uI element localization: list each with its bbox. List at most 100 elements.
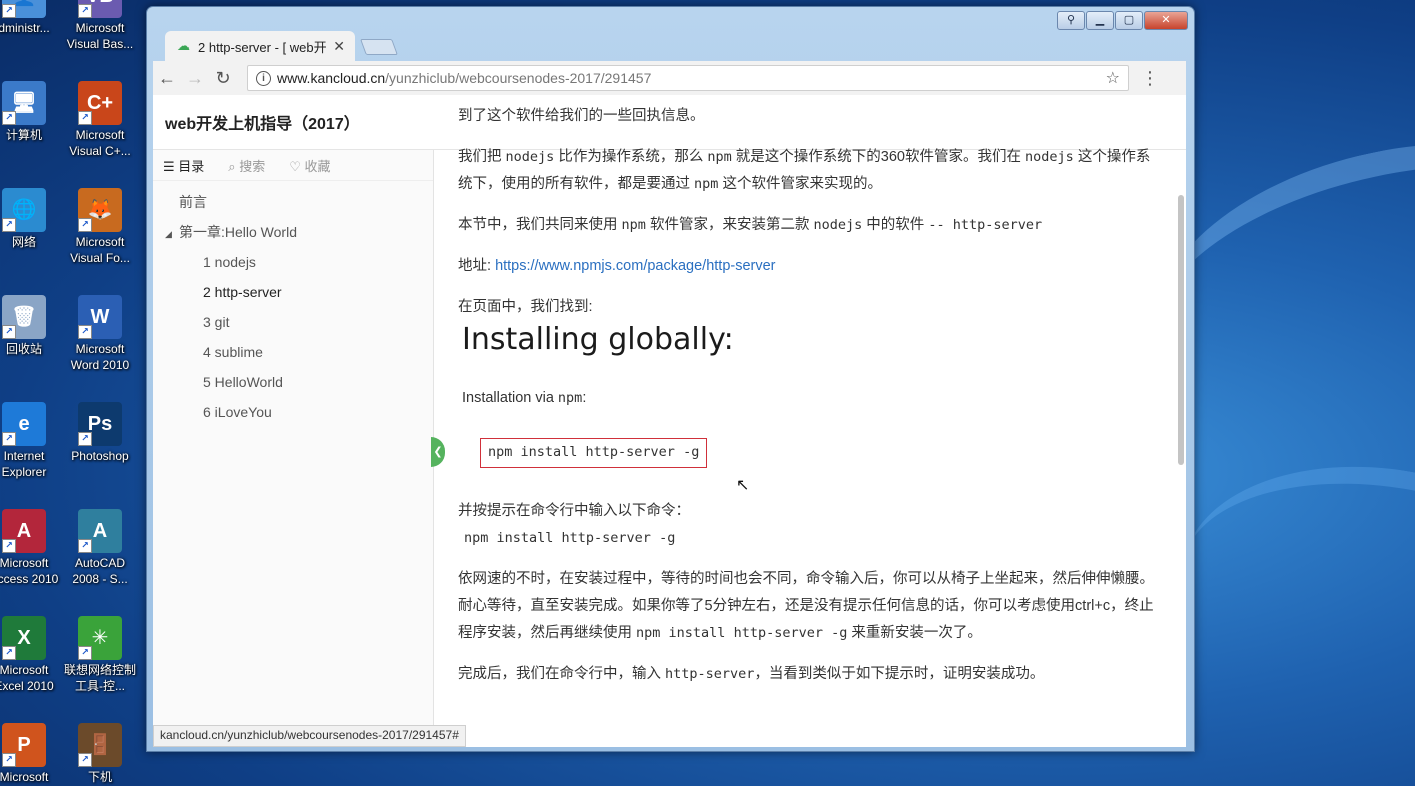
paragraph-found: 在页面中，我们找到:	[458, 299, 593, 315]
desktop-icon[interactable]: X ↗ Microsoft Excel 2010	[0, 616, 62, 694]
paragraph-wait: 依网速的不时，在安装过程中，等待的时间也会不同，命令输入后，你可以从椅子上坐起来…	[458, 571, 1154, 641]
toc-item-preface[interactable]: 前言	[153, 187, 433, 217]
new-tab-button[interactable]	[360, 39, 398, 55]
maximize-button[interactable]: ▢	[1115, 11, 1143, 30]
tab-catalog[interactable]: ☰ 目录	[163, 156, 204, 175]
desktop-icon-label: 计算机	[5, 128, 42, 142]
toc-item-iloveyou[interactable]: 6 iLoveYou	[153, 397, 433, 427]
shortcut-arrow-icon: ↗	[78, 539, 92, 553]
shortcut-arrow-icon: ↗	[78, 646, 92, 660]
article-content: 到了这个软件给我们的一些回执信息。 我们把 nodejs 比作为操作系统，那么 …	[458, 108, 1158, 702]
desktop-icon-label: Microsoft Access 2010	[0, 556, 59, 586]
sidebar-tabs: ☰ 目录 ⌕ 搜索 ♡ 收藏	[153, 150, 433, 181]
user-icon[interactable]: ⚲	[1057, 11, 1085, 30]
wallpaper-swoosh	[1160, 435, 1415, 763]
desktop-icon-label: Microsoft Visual C+...	[69, 128, 131, 158]
shortcut-arrow-icon: ↗	[2, 4, 16, 18]
shortcut-arrow-icon: ↗	[78, 111, 92, 125]
shortcut-arrow-icon: ↗	[78, 4, 92, 18]
toc-item-chapter1[interactable]: ◢ 第一章:Hello World	[153, 217, 433, 247]
desktop-icon-label: 网络	[11, 235, 36, 249]
paragraph-install-intro: 本节中，我们共同来使用 npm 软件管家，来安装第二款 nodejs 中的软件 …	[458, 217, 1043, 233]
install-via-text: Installation via npm:	[462, 390, 587, 406]
shortcut-arrow-icon: ↗	[78, 218, 92, 232]
status-bar-url: kancloud.cn/yunzhiclub/webcoursenodes-20…	[153, 725, 466, 747]
forward-arrow-icon[interactable]: →	[181, 68, 209, 89]
desktop-icon[interactable]: ✳ ↗ 联想网络控制工具-控...	[62, 616, 138, 694]
app-icon: W ↗	[78, 295, 122, 339]
shortcut-arrow-icon: ↗	[2, 325, 16, 339]
desktop-icon[interactable]: 🚪 ↗ 下机	[62, 723, 138, 785]
shortcut-arrow-icon: ↗	[2, 218, 16, 232]
app-icon: P ↗	[2, 723, 46, 767]
desktop-icon-label: dministr...	[0, 21, 50, 35]
toc-item-helloworld[interactable]: 5 HelloWorld	[153, 367, 433, 397]
app-icon: Ps ↗	[78, 402, 122, 446]
desktop-icon[interactable]: 🦊 ↗ Microsoft Visual Fo...	[62, 188, 138, 266]
desktop-icon[interactable]: 🗑 ↗ 回收站	[0, 295, 62, 357]
shortcut-arrow-icon: ↗	[78, 753, 92, 767]
shortcut-arrow-icon: ↗	[78, 432, 92, 446]
tab-favorites[interactable]: ♡ 收藏	[289, 156, 330, 175]
app-icon: A ↗	[2, 509, 46, 553]
app-icon: 🦊 ↗	[78, 188, 122, 232]
toc-item-http-server[interactable]: 2 http-server	[153, 277, 433, 307]
app-icon: ✳ ↗	[78, 616, 122, 660]
desktop-icon[interactable]: 👤↗ dministr...	[0, 0, 62, 36]
npm-package-link[interactable]: https://www.npmjs.com/package/http-serve…	[495, 258, 775, 274]
desktop-icon-label: 下机	[87, 770, 112, 784]
desktop-icon-label: Microsoft Excel 2010	[0, 663, 54, 693]
desktop-icon-label: Microsoft	[0, 770, 49, 784]
desktop-icon[interactable]: A↗Microsoft Access 2010	[0, 509, 62, 587]
app-icon: VB↗	[78, 0, 122, 18]
app-icon: 👤↗	[2, 0, 46, 18]
info-icon[interactable]: i	[256, 70, 271, 86]
toc-item-git[interactable]: 3 git	[153, 307, 433, 337]
desktop-icon[interactable]: C+ ↗ Microsoft Visual C+...	[62, 81, 138, 159]
app-icon: 🗑 ↗	[2, 295, 46, 339]
back-arrow-icon[interactable]: ←	[153, 68, 181, 89]
desktop-icon-label: Photoshop	[71, 449, 129, 463]
sidebar-collapse-button[interactable]: ❮	[431, 437, 445, 467]
url-host: www.kancloud.cn	[277, 70, 386, 86]
browser-tab[interactable]: ☁ 2 http-server - [ web开 ✕	[165, 31, 355, 61]
desktop-icon-label: AutoCAD 2008 - S...	[72, 556, 128, 586]
app-icon: C+ ↗	[78, 81, 122, 125]
collapse-triangle-icon[interactable]: ◢	[165, 219, 179, 249]
desktop-icon[interactable]: A ↗ AutoCAD 2008 - S...	[62, 509, 138, 587]
browser-toolbar: ← → ↻ i www.kancloud.cn/yunzhiclub/webco…	[153, 61, 1186, 95]
desktop-icon[interactable]: VB↗ Microsoft Visual Bas...	[62, 0, 138, 52]
desktop-icon[interactable]: W ↗ Microsoft Word 2010	[62, 295, 138, 373]
toc-item-sublime[interactable]: 4 sublime	[153, 337, 433, 367]
desktop-icon-label: 回收站	[5, 342, 42, 356]
app-icon: 🌐 ↗	[2, 188, 46, 232]
reload-icon[interactable]: ↻	[209, 68, 237, 89]
desktop-icon[interactable]: e ↗ Internet Explorer	[0, 402, 62, 480]
paragraph-npm-intro: 我们把 nodejs 比作为操作系统，那么 npm 就是这个操作系统下的360软…	[458, 149, 1151, 192]
desktop-icon-label: Microsoft Visual Bas...	[66, 21, 134, 51]
tab-search[interactable]: ⌕ 搜索	[228, 156, 265, 175]
toc-item-nodejs[interactable]: 1 nodejs	[153, 247, 433, 277]
page-scrollbar[interactable]	[1178, 195, 1184, 465]
desktop-icon[interactable]: P ↗ Microsoft	[0, 723, 62, 785]
desktop-icon-label: Internet Explorer	[1, 449, 47, 479]
address-bar[interactable]: i www.kancloud.cn/yunzhiclub/webcourseno…	[247, 65, 1129, 91]
web-page: web开发上机指导（2017） ☰ 目录 ⌕ 搜索 ♡ 收藏 前言 ◢ 第一章:H…	[153, 95, 1186, 747]
shortcut-arrow-icon: ↗	[2, 753, 16, 767]
minimize-button[interactable]: ▁	[1086, 11, 1114, 30]
tab-title: 2 http-server - [ web开	[198, 39, 327, 55]
highlighted-command: npm install http-server -g	[480, 438, 708, 468]
shortcut-arrow-icon: ↗	[78, 325, 92, 339]
heart-icon: ♡	[289, 158, 305, 174]
desktop-icon[interactable]: 🌐 ↗ 网络	[0, 188, 62, 250]
tab-close-icon[interactable]: ✕	[333, 38, 345, 55]
bookmark-star-icon[interactable]: ☆	[1106, 68, 1120, 88]
app-icon: X ↗	[2, 616, 46, 660]
desktop-icon[interactable]: Ps ↗ Photoshop	[62, 402, 138, 464]
screenshot-heading: Installing globally:	[462, 322, 734, 357]
browser-menu-icon[interactable]: ⋮	[1141, 68, 1159, 89]
close-button[interactable]: ✕	[1144, 11, 1188, 30]
shortcut-arrow-icon: ↗	[2, 111, 16, 125]
app-icon: 🚪 ↗	[78, 723, 122, 767]
desktop-icon[interactable]: 🖥 ↗ 计算机	[0, 81, 62, 143]
